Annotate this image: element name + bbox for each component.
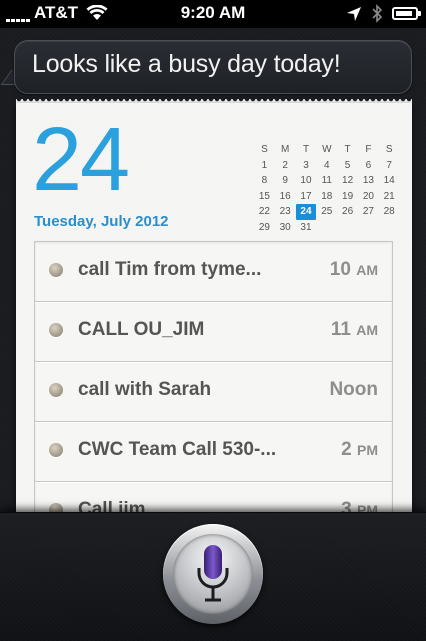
calendar-color-dot-icon xyxy=(49,383,63,397)
event-row[interactable]: call with Sarah Noon xyxy=(35,362,392,422)
event-time: Noon xyxy=(329,379,378,401)
calendar-day: 16 xyxy=(279,190,291,202)
event-time-value: 2 xyxy=(341,439,352,460)
weekday-header: S xyxy=(261,144,268,155)
calendar-day: 7 xyxy=(386,159,392,171)
event-row[interactable]: call Tim from tyme... 10 AM xyxy=(35,242,392,302)
weekday-header: F xyxy=(365,144,372,155)
event-time-ampm: AM xyxy=(356,322,378,338)
bluetooth-icon xyxy=(371,4,383,28)
calendar-day: 12 xyxy=(342,175,354,186)
calendar-day: 29 xyxy=(258,221,270,233)
calendar-day: 14 xyxy=(383,175,395,186)
status-bar: AT&T 9:20 AM xyxy=(0,0,426,28)
calendar-day xyxy=(358,220,379,236)
calendar-day: 18 xyxy=(321,190,333,202)
weekday-header-row: S M T W T F S xyxy=(254,142,400,158)
event-time: 11 AM xyxy=(331,319,378,341)
calendar-day-selected: 24 xyxy=(295,204,317,220)
event-time: 10 AM xyxy=(330,259,378,281)
calendar-week-row: 29 30 31 xyxy=(254,220,400,236)
status-time: 9:20 AM xyxy=(180,3,246,22)
event-time-ampm: AM xyxy=(356,262,378,278)
event-time-value: Noon xyxy=(329,379,378,400)
calendar-day: 22 xyxy=(258,206,270,217)
event-title: call Tim from tyme... xyxy=(78,259,262,280)
calendar-day: 11 xyxy=(321,175,332,186)
calendar-week-row: 8 9 10 11 12 13 14 xyxy=(254,173,400,189)
calendar-day: 30 xyxy=(279,221,291,233)
event-list: call Tim from tyme... 10 AM CALL OU_JIM … xyxy=(34,241,393,542)
calendar-color-dot-icon xyxy=(49,263,63,277)
calendar-day: 1 xyxy=(261,159,268,171)
calendar-color-dot-icon xyxy=(49,323,63,337)
calendar-color-dot-icon xyxy=(49,443,63,457)
assistant-response-text: Looks like a busy day today! xyxy=(32,50,341,78)
full-date-label: Tuesday, July 2012 xyxy=(34,213,169,230)
calendar-week-row: 15 16 17 18 19 20 21 xyxy=(254,189,400,205)
weekday-header: T xyxy=(302,144,310,155)
calendar-day: 31 xyxy=(300,221,312,233)
calendar-day: 28 xyxy=(383,206,395,217)
calendar-day xyxy=(379,220,400,236)
event-title: call with Sarah xyxy=(78,379,212,400)
calendar-day: 19 xyxy=(342,190,354,202)
calendar-day: 17 xyxy=(300,190,312,202)
battery-icon xyxy=(392,7,421,20)
calendar-week-row: 22 23 24 25 26 27 28 xyxy=(254,204,400,220)
calendar-day: 25 xyxy=(321,206,333,217)
weekday-header: T xyxy=(344,144,351,155)
calendar-weeks: 1 2 3 4 5 6 7 8 9 10 11 12 13 14 15 16 17 18 19 20 21 22 23 24 2… xyxy=(254,158,400,236)
big-day-number: 24 xyxy=(32,110,130,210)
calendar-day: 8 xyxy=(261,175,268,186)
calendar-day: 15 xyxy=(258,190,270,202)
microphone-icon[interactable] xyxy=(194,543,232,612)
weekday-header: W xyxy=(322,144,332,155)
calendar-day: 10 xyxy=(300,175,312,186)
calendar-day: 26 xyxy=(342,206,354,217)
calendar-day: 5 xyxy=(344,159,351,171)
calendar-day: 6 xyxy=(365,159,372,171)
calendar-day: 27 xyxy=(362,206,374,217)
event-time-ampm: PM xyxy=(357,442,378,458)
event-row[interactable]: CALL OU_JIM 11 AM xyxy=(35,302,392,362)
calendar-day: 23 xyxy=(279,206,291,217)
event-time-value: 11 xyxy=(330,319,351,340)
battery-level xyxy=(396,11,413,16)
calendar-week-row: 1 2 3 4 5 6 7 xyxy=(254,158,400,174)
event-time: 2 PM xyxy=(341,439,378,461)
calendar-day: 13 xyxy=(362,175,374,186)
weekday-header: S xyxy=(385,144,393,155)
calendar-day xyxy=(316,220,337,236)
calendar-day: 2 xyxy=(282,159,288,171)
calendar-day: 3 xyxy=(303,159,309,171)
calendar-day: 4 xyxy=(324,159,330,171)
weekday-header: M xyxy=(281,144,290,155)
calendar-day: 20 xyxy=(362,190,374,202)
event-title: CALL OU_JIM xyxy=(78,319,205,340)
event-row[interactable]: CWC Team Call 530-... 2 PM xyxy=(35,422,392,482)
calendar-day: 9 xyxy=(282,175,288,186)
event-title: CWC Team Call 530-... xyxy=(78,439,277,460)
calendar-day: 21 xyxy=(383,190,395,202)
mini-month-calendar: S M T W T F S 1 2 3 4 5 6 7 8 9 10 11 12 13 14 15 16 17 1… xyxy=(254,142,400,235)
calendar-day xyxy=(337,220,358,236)
location-arrow-icon xyxy=(346,6,362,27)
event-time-value: 10 xyxy=(329,259,351,280)
